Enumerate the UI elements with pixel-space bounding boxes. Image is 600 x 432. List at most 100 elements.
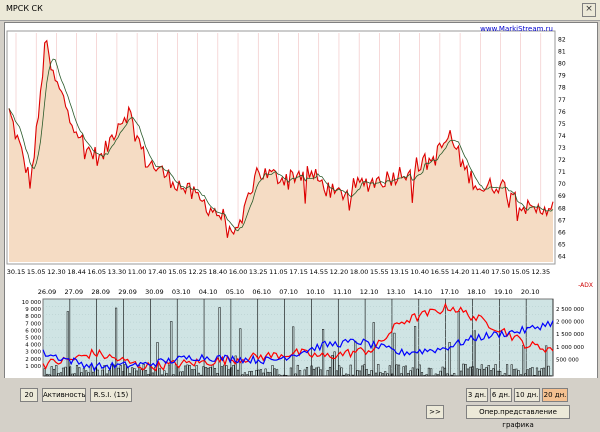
volume-right-tick-label: 500 000 <box>556 357 579 363</box>
price-tick-label: 69 <box>558 193 566 200</box>
date-tick-label: 26.09 <box>38 288 57 296</box>
time-tick-label: 13.30 <box>108 268 127 276</box>
time-tick-label: 11.40 <box>471 268 490 276</box>
time-tick-label: 17.50 <box>491 268 510 276</box>
date-tick-label: 30.09 <box>145 288 164 296</box>
activity-button[interactable]: Активность <box>42 388 86 402</box>
date-tick-label: 07.10 <box>279 288 298 296</box>
date-tick-label: 17.10 <box>440 288 459 296</box>
volume-left-tick-label: 4 000 <box>25 343 41 349</box>
volume-left-tick-label: 5 000 <box>25 336 41 342</box>
date-tick-label: 03.10 <box>172 288 191 296</box>
price-tick-label: 68 <box>558 205 566 212</box>
time-tick-label: 15.05 <box>511 268 530 276</box>
date-tick-label: 27.09 <box>65 288 84 296</box>
date-tick-label: 11.10 <box>333 288 352 296</box>
range-3-days-button[interactable]: 3 дн. <box>466 388 488 402</box>
time-tick-label: 12.30 <box>47 268 66 276</box>
price-tick-label: 70 <box>558 181 566 188</box>
price-axis: 82 81 80 79 78 77 76 75 74 73 72 71 70 69 68 67 66 65 64 <box>558 37 566 261</box>
date-tick-label: 10.10 <box>306 288 325 296</box>
date-tick-label: 19.10 <box>494 288 513 296</box>
date-tick-label: 20.10 <box>521 288 540 296</box>
date-tick-label: 29.09 <box>118 288 137 296</box>
volume-bar <box>424 376 426 377</box>
time-tick-label: 14.20 <box>451 268 470 276</box>
date-tick-label: 18.10 <box>467 288 486 296</box>
volume-right-tick-label: 1 500 000 <box>556 332 584 338</box>
range-6-days-button[interactable]: 6 дн. <box>490 388 512 402</box>
time-tick-label: 13.25 <box>249 268 268 276</box>
rsi-button[interactable]: R.S.I. (15) <box>90 388 132 402</box>
price-tick-label: 72 <box>558 157 566 164</box>
price-tick-label: 66 <box>558 229 566 236</box>
time-tick-label: 18.00 <box>350 268 369 276</box>
time-tick-label: 14.55 <box>309 268 328 276</box>
time-tick-label: 13.15 <box>390 268 409 276</box>
date-tick-label: 13.10 <box>387 288 406 296</box>
date-tick-label: 06.10 <box>252 288 271 296</box>
volume-left-tick-label: 2 000 <box>25 357 41 363</box>
price-tick-label: 78 <box>558 85 566 92</box>
range-10-days-button[interactable]: 10 дн. <box>514 388 540 402</box>
time-axis: 30.1515.0512.3018.4416.0513.3011.0017.40… <box>7 268 550 276</box>
time-tick-label: 16.00 <box>229 268 248 276</box>
price-tick-label: 77 <box>558 97 566 104</box>
date-tick-label: 14.10 <box>413 288 432 296</box>
date-tick-label: 12.10 <box>360 288 379 296</box>
price-tick-label: 71 <box>558 169 566 176</box>
time-tick-label: 12.20 <box>330 268 349 276</box>
window-titlebar: МРСК СК × <box>0 0 600 21</box>
time-tick-label: 10.40 <box>410 268 429 276</box>
price-tick-label: 82 <box>558 37 566 44</box>
price-tick-label: 64 <box>558 253 566 260</box>
time-tick-label: 12.35 <box>532 268 551 276</box>
time-tick-label: 12.25 <box>188 268 207 276</box>
time-tick-label: 17.15 <box>289 268 308 276</box>
stock-chart: 82 81 80 79 78 77 76 75 74 73 72 71 70 69 68 67 66 65 64 3… <box>5 23 597 378</box>
price-tick-label: 67 <box>558 217 566 224</box>
date-tick-label: 04.10 <box>199 288 218 296</box>
price-tick-label: 73 <box>558 145 566 152</box>
time-tick-label: 18.44 <box>67 268 86 276</box>
range-20-days-button[interactable]: 20 дн. <box>542 388 568 402</box>
volume-left-tick-label: 7 000 <box>25 321 41 327</box>
indicator-tag: -ADX <box>578 282 593 289</box>
date-tick-label: 28.09 <box>91 288 110 296</box>
time-tick-label: 30.15 <box>7 268 26 276</box>
time-tick-label: 11.00 <box>128 268 147 276</box>
price-tick-label: 76 <box>558 109 566 116</box>
watermark: www.MarkiStream.ru <box>480 25 553 33</box>
volume-left-tick-label: 10 000 <box>22 300 42 306</box>
time-tick-label: 16.05 <box>87 268 106 276</box>
volume-right-tick-label: 1 000 000 <box>556 345 584 351</box>
price-tick-label: 75 <box>558 121 566 128</box>
volume-bar <box>502 376 504 377</box>
date-tick-label: 05.10 <box>226 288 245 296</box>
volume-left-tick-label: 1 000 <box>25 364 41 370</box>
time-tick-label: 15.05 <box>27 268 46 276</box>
price-tick-label: 80 <box>558 61 566 68</box>
time-tick-label: 17.40 <box>148 268 167 276</box>
volume-left-tick-label: 9 000 <box>25 307 41 313</box>
volume-right-tick-label: 2 500 000 <box>556 307 584 313</box>
time-tick-label: 18.40 <box>209 268 228 276</box>
volume-left-tick-label: 3 000 <box>25 350 41 356</box>
close-button[interactable]: × <box>582 3 596 17</box>
price-tick-label: 81 <box>558 49 566 56</box>
bottom-toolbar: 20 Активность R.S.I. (15) 3 дн. 6 дн. 10… <box>0 378 600 425</box>
period-field[interactable]: 20 <box>20 388 38 402</box>
price-tick-label: 79 <box>558 73 566 80</box>
volume-left-tick-label: 6 000 <box>25 328 41 334</box>
volume-left-axis: 10 0009 0008 0007 0006 0005 0004 0003 00… <box>22 300 42 370</box>
volume-right-axis: 2 500 000 2 000 000 1 500 000 1 000 000 500 … <box>556 307 584 363</box>
chart-frame: 82 81 80 79 78 77 76 75 74 73 72 71 70 69 68 67 66 65 64 3… <box>4 22 598 379</box>
forward-button[interactable]: >> <box>426 405 444 419</box>
time-tick-label: 15.55 <box>370 268 389 276</box>
price-tick-label: 74 <box>558 133 566 140</box>
view-mode-button[interactable]: Опер.представление графика <box>466 405 570 419</box>
date-axis: 26.09 27.09 28.09 29.09 30.09 03.10 04.10 05.10… <box>38 288 540 296</box>
price-tick-label: 65 <box>558 241 566 248</box>
volume-right-tick-label: 2 000 000 <box>556 320 584 326</box>
window-title: МРСК СК <box>6 4 43 13</box>
